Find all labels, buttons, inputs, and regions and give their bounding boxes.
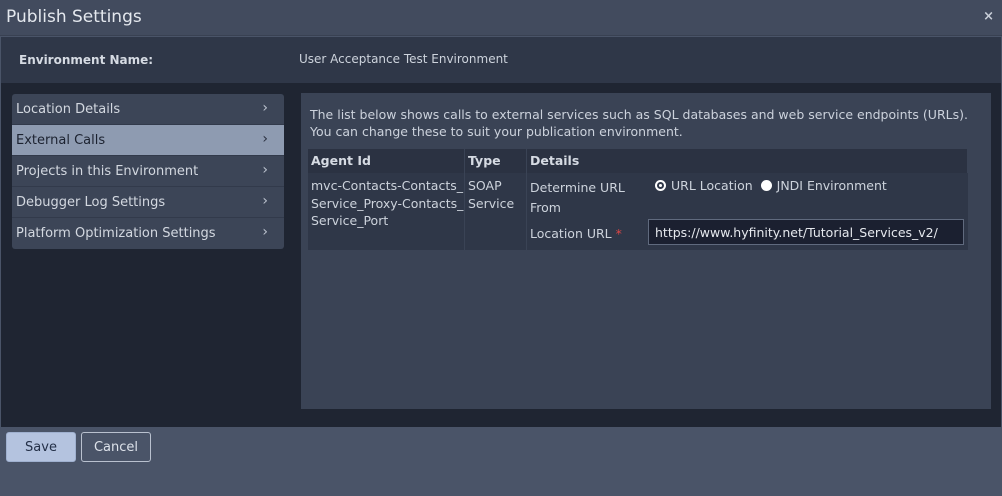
chevron-right-icon: › bbox=[262, 162, 268, 178]
close-icon[interactable]: × bbox=[983, 9, 994, 24]
nav-item-label: Projects in this Environment bbox=[16, 164, 199, 179]
nav-item-label: Location Details bbox=[16, 102, 121, 117]
chevron-right-icon: › bbox=[262, 224, 268, 240]
environment-name-value: User Acceptance Test Environment bbox=[299, 52, 508, 66]
nav-item-label: Debugger Log Settings bbox=[16, 195, 166, 210]
environment-row: Environment Name: User Acceptance Test E… bbox=[1, 37, 1001, 83]
cancel-button[interactable]: Cancel bbox=[81, 432, 151, 462]
chevron-right-icon: › bbox=[262, 131, 268, 147]
nav-item-external-calls[interactable]: External Calls › bbox=[12, 125, 284, 156]
url-location-label[interactable]: URL Location bbox=[671, 178, 753, 193]
nav-item-projects[interactable]: Projects in this Environment › bbox=[12, 156, 284, 187]
external-calls-panel: The list below shows calls to external s… bbox=[301, 93, 991, 409]
agent-id-cell: mvc-Contacts-Contacts_Service_Proxy-Cont… bbox=[308, 173, 465, 250]
column-header-details: Details bbox=[527, 149, 968, 173]
details-cell: Determine URL From URL Location JNDI Env… bbox=[527, 173, 968, 250]
location-url-input[interactable] bbox=[648, 219, 964, 245]
dialog-content: Location Details › External Calls › Proj… bbox=[1, 83, 1001, 427]
location-url-label-text: Location URL bbox=[530, 226, 612, 241]
determine-url-label: Determine URL From bbox=[530, 180, 625, 215]
nav-item-label: External Calls bbox=[16, 133, 106, 148]
url-location-radio[interactable] bbox=[655, 180, 666, 191]
nav-item-platform-optimization[interactable]: Platform Optimization Settings › bbox=[12, 218, 284, 249]
settings-nav: Location Details › External Calls › Proj… bbox=[12, 94, 284, 249]
table-header: Agent Id Type Details bbox=[308, 149, 968, 173]
nav-item-location-details[interactable]: Location Details › bbox=[12, 94, 284, 125]
required-marker: * bbox=[615, 226, 622, 241]
external-calls-table: Agent Id Type Details mvc-Contacts-Conta… bbox=[308, 149, 968, 250]
panel-intro-text: The list below shows calls to external s… bbox=[310, 107, 968, 139]
chevron-right-icon: › bbox=[262, 193, 268, 209]
column-header-agent-id: Agent Id bbox=[308, 149, 465, 173]
chevron-right-icon: › bbox=[262, 100, 268, 116]
environment-name-label: Environment Name: bbox=[19, 53, 154, 67]
dialog-title: Publish Settings bbox=[6, 7, 142, 27]
jndi-environment-radio[interactable] bbox=[760, 180, 772, 191]
column-header-type: Type bbox=[465, 149, 527, 173]
url-source-radio-group: URL Location JNDI Environment bbox=[655, 178, 895, 193]
title-bar: Publish Settings × bbox=[0, 0, 1002, 36]
jndi-environment-label[interactable]: JNDI Environment bbox=[777, 178, 887, 193]
type-cell: SOAP Service bbox=[465, 173, 527, 250]
nav-item-label: Platform Optimization Settings bbox=[16, 226, 216, 241]
location-url-label: Location URL * bbox=[530, 226, 622, 241]
dialog-footer: Save Cancel bbox=[0, 427, 1002, 496]
table-row: mvc-Contacts-Contacts_Service_Proxy-Cont… bbox=[308, 173, 968, 250]
nav-item-debugger-log[interactable]: Debugger Log Settings › bbox=[12, 187, 284, 218]
save-button[interactable]: Save bbox=[6, 432, 76, 462]
